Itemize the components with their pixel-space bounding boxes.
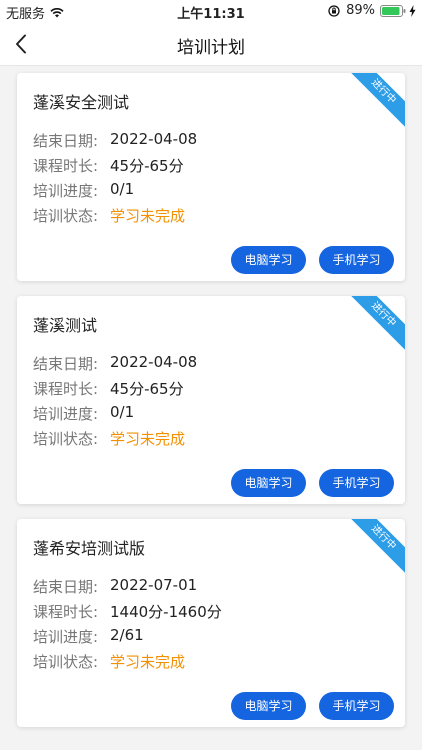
duration-value: 1440分-1460分	[110, 603, 222, 621]
training-card[interactable]: 蓬溪测试 进行中 结束日期: 2022-04-08 课程时长: 45分-65分 …	[17, 296, 405, 504]
status-bar-right: 89%	[328, 3, 416, 18]
status-row: 培训状态: 学习未完成	[33, 428, 185, 449]
status-label: 培训状态:	[33, 430, 99, 448]
duration-value: 45分-65分	[110, 380, 184, 398]
progress-row: 培训进度: 0/1	[33, 180, 134, 201]
end-date-value: 2022-04-08	[110, 353, 198, 371]
rotation-lock-icon	[328, 4, 340, 17]
status-ribbon: 进行中	[341, 296, 405, 357]
duration-row: 课程时长: 45分-65分	[33, 155, 184, 176]
status-row: 培训状态: 学习未完成	[33, 651, 185, 672]
end-date-row: 结束日期: 2022-04-08	[33, 353, 197, 374]
progress-row: 培训进度: 2/61	[33, 626, 144, 647]
page-title: 培训计划	[177, 38, 245, 58]
card-title: 蓬溪测试	[33, 316, 98, 335]
phone-study-button[interactable]: 手机学习	[319, 469, 394, 497]
progress-value: 0/1	[110, 180, 135, 198]
status-ribbon: 进行中	[341, 519, 405, 580]
duration-label: 课程时长:	[33, 157, 99, 175]
end-date-label: 结束日期:	[33, 355, 99, 373]
card-title: 蓬希安培测试版	[33, 539, 146, 558]
status-bar: 无服务 上午11:31 89%	[0, 0, 422, 22]
pc-study-button[interactable]: 电脑学习	[231, 469, 306, 497]
status-label: 培训状态:	[33, 653, 99, 671]
duration-label: 课程时长:	[33, 380, 99, 398]
progress-label: 培训进度:	[33, 628, 99, 646]
duration-row: 课程时长: 45分-65分	[33, 378, 184, 399]
phone-study-button[interactable]: 手机学习	[319, 692, 394, 720]
phone-study-button[interactable]: 手机学习	[319, 246, 394, 274]
training-card[interactable]: 蓬希安培测试版 进行中 结束日期: 2022-07-01 课程时长: 1440分…	[17, 519, 405, 727]
charging-icon	[409, 4, 416, 17]
progress-label: 培训进度:	[33, 182, 99, 200]
status-label: 培训状态:	[33, 207, 99, 225]
end-date-label: 结束日期:	[33, 132, 99, 150]
end-date-value: 2022-07-01	[110, 576, 198, 594]
training-card[interactable]: 蓬溪安全测试 进行中 结束日期: 2022-04-08 课程时长: 45分-65…	[17, 73, 405, 281]
status-row: 培训状态: 学习未完成	[33, 205, 185, 226]
end-date-row: 结束日期: 2022-04-08	[33, 130, 197, 151]
progress-value: 0/1	[110, 403, 135, 421]
duration-label: 课程时长:	[33, 603, 99, 621]
end-date-label: 结束日期:	[33, 578, 99, 596]
progress-label: 培训进度:	[33, 405, 99, 423]
nav-bar: 培训计划	[0, 22, 422, 66]
status-ribbon: 进行中	[341, 73, 405, 134]
battery-icon	[380, 4, 406, 17]
status-value: 学习未完成	[110, 653, 186, 671]
duration-value: 45分-65分	[110, 157, 184, 175]
progress-row: 培训进度: 0/1	[33, 403, 134, 424]
pc-study-button[interactable]: 电脑学习	[231, 246, 306, 274]
progress-value: 2/61	[110, 626, 144, 644]
duration-row: 课程时长: 1440分-1460分	[33, 601, 222, 622]
card-title: 蓬溪安全测试	[33, 93, 130, 112]
end-date-value: 2022-04-08	[110, 130, 198, 148]
battery-percent: 89%	[346, 3, 375, 18]
status-value: 学习未完成	[110, 430, 186, 448]
status-value: 学习未完成	[110, 207, 186, 225]
end-date-row: 结束日期: 2022-07-01	[33, 576, 197, 597]
pc-study-button[interactable]: 电脑学习	[231, 692, 306, 720]
